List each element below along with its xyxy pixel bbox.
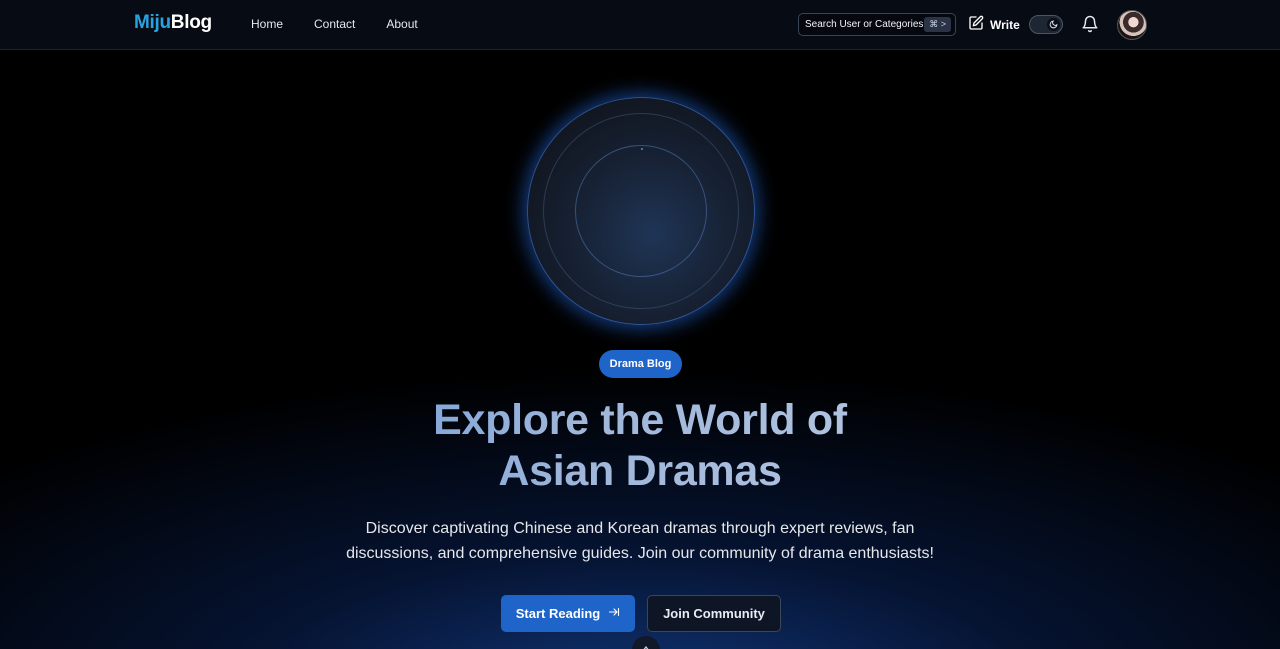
brand-logo[interactable]: MijuBlog (134, 12, 212, 34)
hero-title: Explore the World of Asian Dramas (0, 395, 1280, 497)
user-avatar[interactable] (1117, 10, 1147, 40)
orb-dot (641, 148, 643, 150)
theme-toggle[interactable] (1029, 15, 1063, 34)
chevron-up-icon (640, 641, 652, 649)
nav-links: Home Contact About (251, 17, 449, 31)
write-label: Write (990, 17, 1020, 32)
hero-subtitle: Discover captivating Chinese and Korean … (346, 520, 934, 562)
brand-logo-part2: Blog (170, 12, 212, 33)
nav-about-link[interactable]: About (386, 17, 417, 31)
nav-contact-link[interactable]: Contact (314, 17, 355, 31)
search-input[interactable]: Search User or Categories... ⌘ > (798, 13, 956, 36)
write-button[interactable]: Write (968, 15, 1020, 34)
search-shortcut-badge: ⌘ > (924, 17, 951, 32)
join-community-button[interactable]: Join Community (647, 595, 781, 632)
start-reading-button[interactable]: Start Reading (501, 595, 635, 632)
bell-icon[interactable] (1081, 15, 1099, 38)
hero-orb (527, 97, 755, 325)
top-navbar: MijuBlog Home Contact About Search User … (0, 0, 1280, 50)
hero-title-line1: Explore the World of (0, 395, 1280, 446)
moon-icon (1047, 18, 1060, 31)
hero-title-line2: Asian Dramas (0, 446, 1280, 497)
brand-logo-part1: Miju (134, 12, 171, 33)
search-placeholder: Search User or Categories... (805, 19, 932, 30)
start-reading-label: Start Reading (515, 606, 601, 621)
nav-home-link[interactable]: Home (251, 17, 283, 31)
category-badge: Drama Blog (599, 350, 682, 378)
arrow-right-to-line-icon (608, 606, 620, 621)
orb-inner-ring (575, 145, 707, 277)
edit-icon (968, 15, 984, 34)
